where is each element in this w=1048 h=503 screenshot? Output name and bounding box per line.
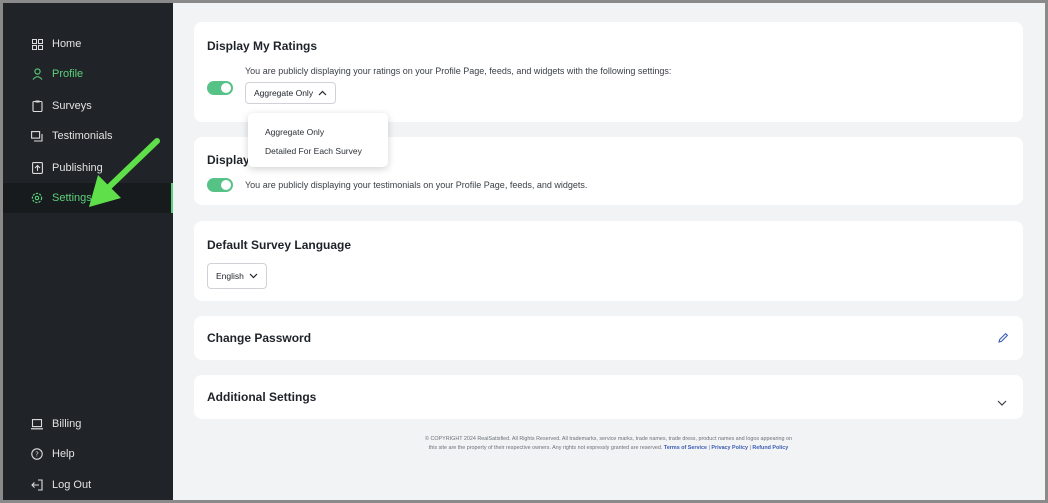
sidebar-item-surveys[interactable]: Surveys: [3, 91, 173, 121]
ratings-card: Display My Ratings You are publicly disp…: [194, 22, 1023, 122]
testimonials-toggle[interactable]: [207, 178, 233, 192]
logout-icon: [31, 479, 43, 491]
sidebar-item-label: Help: [52, 448, 75, 460]
ratings-dropdown-menu: Aggregate Only Detailed For Each Survey: [248, 113, 388, 167]
footer-rights: this site are the property of their resp…: [428, 445, 663, 451]
sidebar-item-label: Home: [52, 38, 82, 50]
sidebar-item-label: Testimonials: [52, 130, 113, 142]
message-icon: [31, 130, 43, 142]
grid-icon: [31, 38, 43, 50]
sidebar: Home Profile Surveys Testimonials Publis…: [3, 3, 173, 500]
language-select-value: English: [216, 271, 244, 281]
password-card[interactable]: Change Password: [194, 316, 1023, 360]
privacy-link[interactable]: Privacy Policy: [711, 445, 748, 451]
ratings-description: You are publicly displaying your ratings…: [245, 66, 672, 76]
language-title: Default Survey Language: [207, 238, 352, 252]
sidebar-item-label: Profile: [52, 68, 84, 80]
clipboard-icon: [31, 100, 43, 112]
sidebar-item-label: Surveys: [52, 100, 92, 112]
sidebar-item-help[interactable]: ? Help: [3, 439, 173, 469]
main-content: Display My Ratings You are publicly disp…: [173, 3, 1045, 500]
sidebar-item-testimonials[interactable]: Testimonials: [3, 121, 173, 151]
dropdown-option-detailed[interactable]: Detailed For Each Survey: [265, 146, 362, 156]
password-title: Change Password: [207, 331, 312, 345]
ratings-select-value: Aggregate Only: [254, 88, 314, 98]
sidebar-item-profile[interactable]: Profile: [3, 59, 173, 89]
testimonials-title: Display: [207, 153, 250, 167]
ratings-toggle[interactable]: [207, 81, 233, 95]
help-icon: ?: [31, 448, 43, 460]
pencil-icon[interactable]: [997, 331, 1009, 349]
additional-title: Additional Settings: [207, 390, 317, 404]
dropdown-option-aggregate[interactable]: Aggregate Only: [265, 127, 324, 137]
sidebar-item-label: Log Out: [52, 479, 92, 491]
sidebar-item-publishing[interactable]: Publishing: [3, 153, 173, 183]
refund-link[interactable]: Refund Policy: [752, 445, 788, 451]
sidebar-item-label: Billing: [52, 418, 82, 430]
app-window: Home Profile Surveys Testimonials Publis…: [3, 3, 1045, 500]
sidebar-item-settings[interactable]: Settings: [3, 183, 173, 213]
ratings-title: Display My Ratings: [207, 39, 318, 53]
chevron-down-icon[interactable]: [997, 393, 1007, 411]
sidebar-item-label: Publishing: [52, 162, 103, 174]
footer-copyright: © COPYRIGHT 2024 RealSatisfied. All Righ…: [424, 436, 792, 442]
laptop-icon: [31, 418, 43, 430]
svg-text:?: ?: [35, 451, 39, 459]
terms-link[interactable]: Terms of Service: [664, 445, 707, 451]
chevron-up-icon: [313, 88, 327, 98]
sidebar-item-logout[interactable]: Log Out: [3, 470, 173, 500]
language-card: Default Survey Language English: [194, 221, 1023, 301]
publish-icon: [31, 162, 43, 174]
footer-separator: |: [749, 445, 751, 451]
gear-icon: [31, 192, 43, 204]
sidebar-item-home[interactable]: Home: [3, 29, 173, 59]
testimonials-description: You are publicly displaying your testimo…: [245, 180, 588, 190]
chevron-down-icon: [244, 271, 258, 281]
ratings-select[interactable]: Aggregate Only: [245, 82, 337, 104]
user-icon: [31, 68, 43, 80]
footer-line2: this site are the property of their resp…: [194, 444, 1023, 453]
footer: © COPYRIGHT 2024 RealSatisfied. All Righ…: [194, 435, 1023, 453]
sidebar-item-label: Settings: [52, 192, 92, 204]
footer-separator: |: [708, 445, 710, 451]
language-select[interactable]: English: [207, 263, 267, 289]
additional-settings-card[interactable]: Additional Settings: [194, 375, 1023, 419]
sidebar-item-billing[interactable]: Billing: [3, 409, 173, 439]
